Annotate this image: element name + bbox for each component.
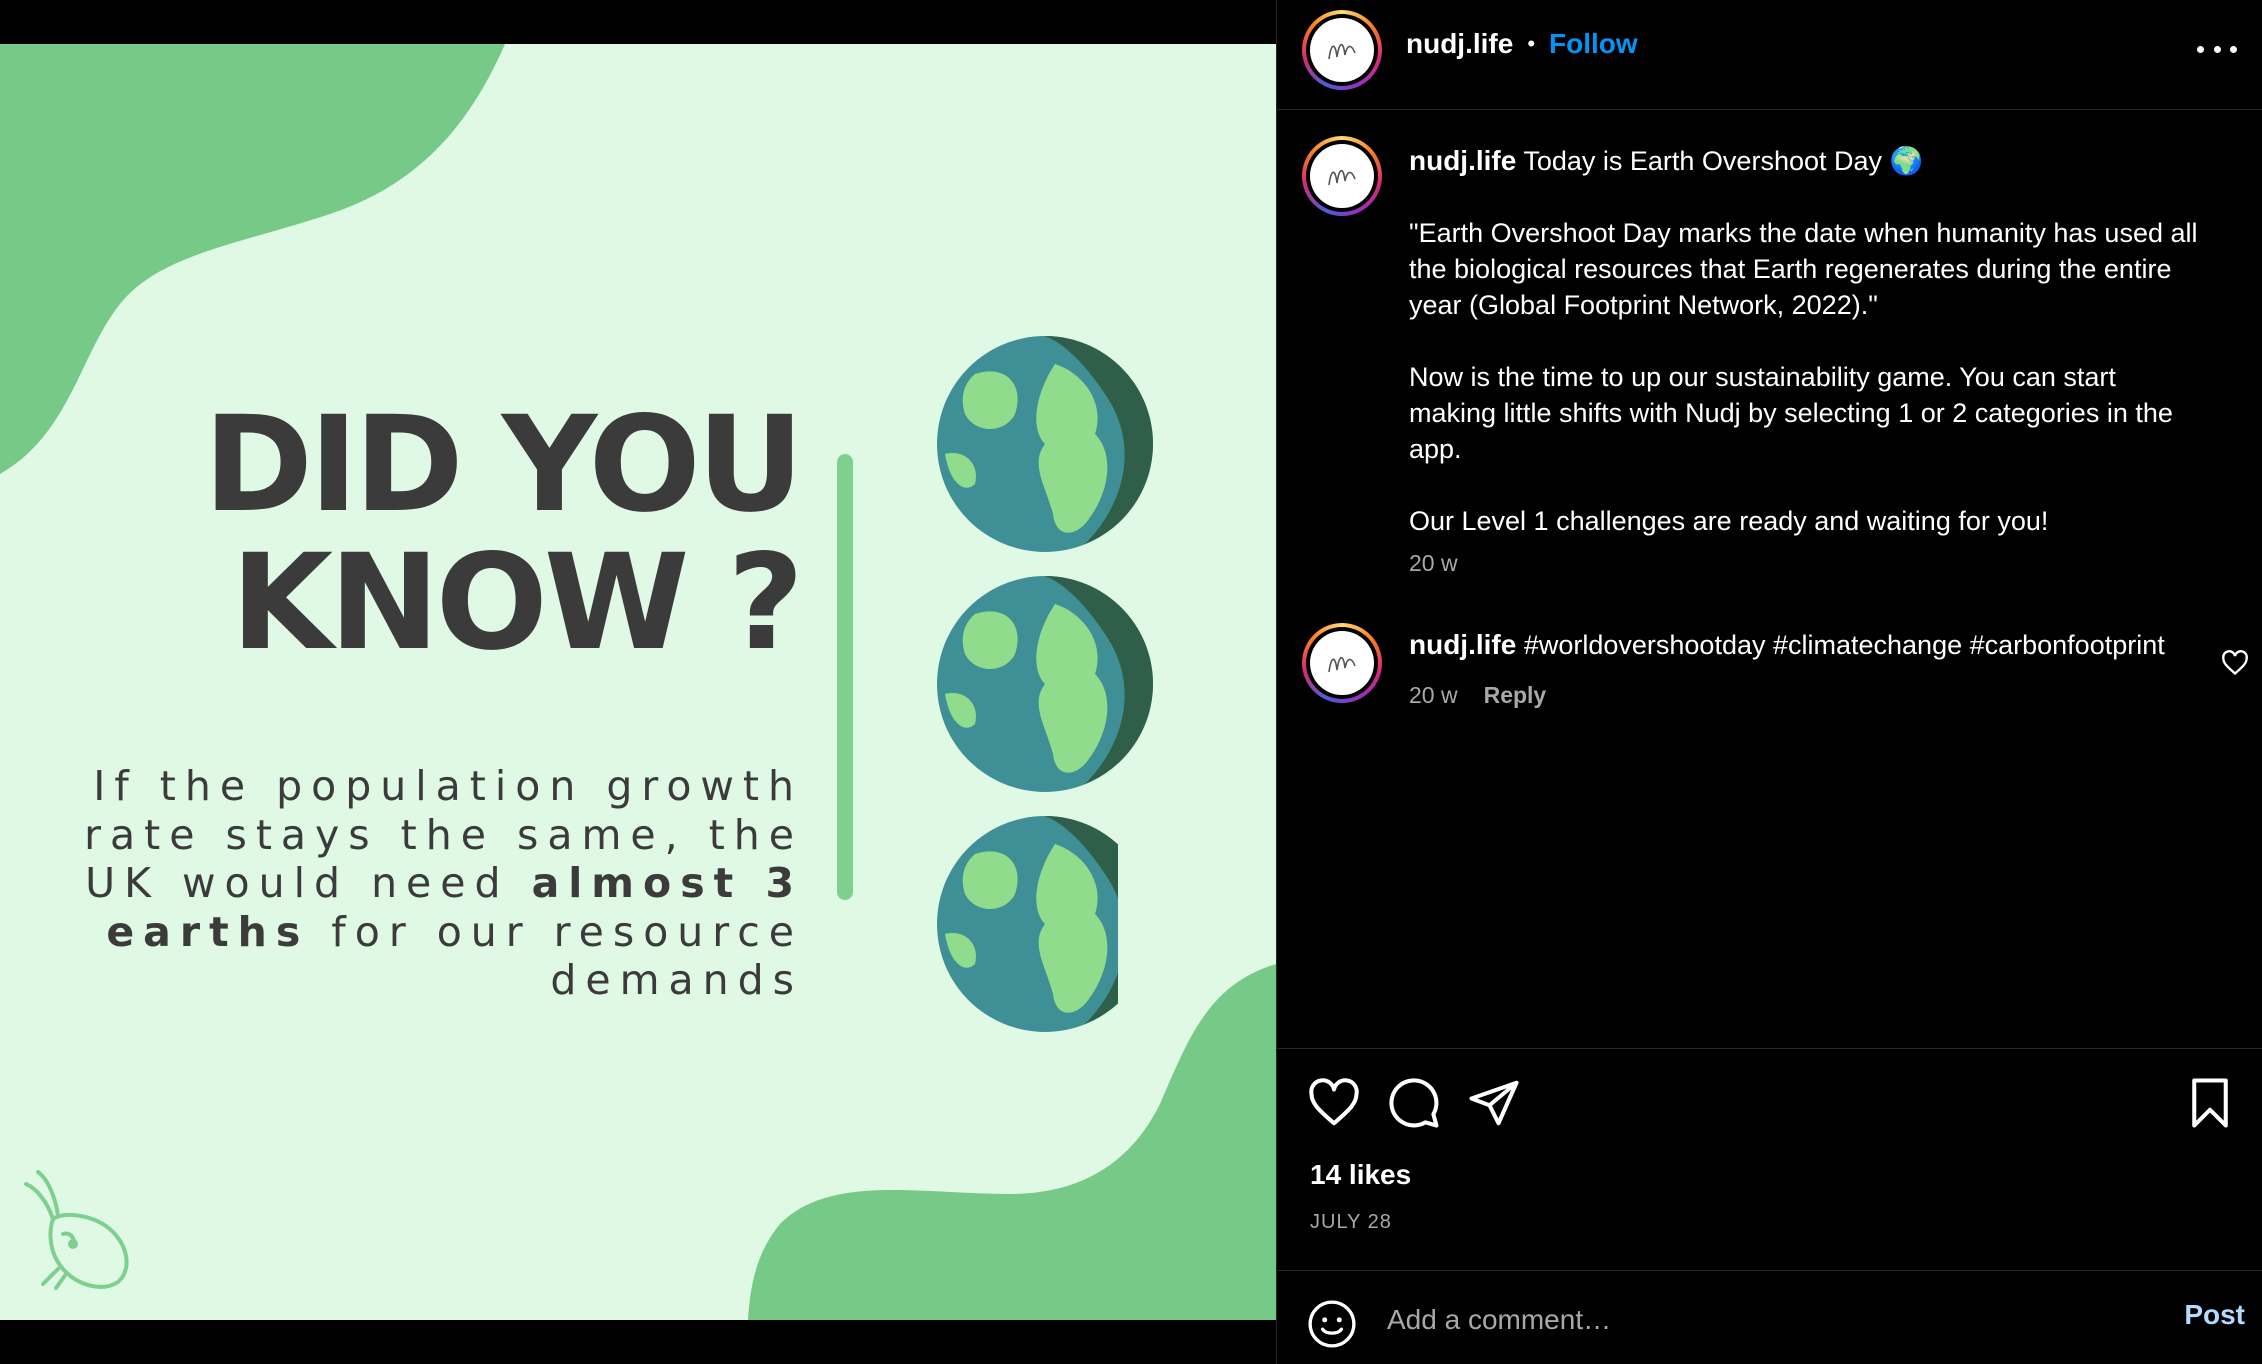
comment-meta: 20 w Reply: [1409, 677, 2169, 713]
comment-icon[interactable]: [1387, 1076, 1441, 1130]
post-comment-button[interactable]: Post: [2184, 1299, 2245, 1331]
nudj-logo-icon: [1328, 169, 1356, 186]
caption-area: nudj.life Today is Earth Overshoot Day 🌍…: [1277, 111, 2262, 1049]
nudj-logo-icon: [1328, 43, 1356, 60]
caption-paragraph-2: Now is the time to up our sustainability…: [1409, 362, 2173, 464]
caption-paragraph-1: "Earth Overshoot Day marks the date when…: [1409, 218, 2198, 320]
comment-text: #worldovershootday #climatechange #carbo…: [1523, 630, 2165, 660]
bookmark-icon[interactable]: [2183, 1076, 2237, 1130]
post-image[interactable]: DID YOU KNOW ? If the population growth …: [0, 44, 1276, 1320]
headline-line-2: KNOW ?: [230, 526, 804, 680]
reply-button[interactable]: Reply: [1484, 677, 1547, 713]
avatar[interactable]: [1302, 10, 1382, 90]
globe-icon: [937, 576, 1153, 792]
caption-first-line: Today is Earth Overshoot Day 🌍: [1523, 146, 1924, 176]
emoji-icon[interactable]: [1307, 1299, 1357, 1349]
fact-text: If the population growth rate stays the …: [83, 762, 803, 1005]
post-date[interactable]: JULY 28: [1310, 1211, 1392, 1234]
comment: nudj.life #worldovershootday #climatecha…: [1409, 627, 2169, 713]
actions-area: 14 likes JULY 28: [1277, 1048, 2262, 1270]
caption-timestamp[interactable]: 20 w: [1409, 545, 2209, 581]
comment-bar: Post: [1277, 1270, 2262, 1364]
more-options-icon[interactable]: [2197, 36, 2237, 62]
globe-icon: [937, 336, 1153, 552]
fact-text-part-2: for our resource demands: [309, 907, 803, 1005]
bird-logo-icon: [24, 1170, 129, 1290]
headline: DID YOU KNOW ?: [203, 388, 804, 680]
caption-avatar[interactable]: [1302, 136, 1382, 216]
partial-globe-icon: [937, 816, 1118, 1032]
header-username[interactable]: nudj.life: [1406, 28, 1513, 60]
nudj-logo-icon: [1328, 656, 1356, 673]
details-panel: nudj.life • Follow nudj.life Today is Ea…: [1276, 0, 2262, 1364]
caption: nudj.life Today is Earth Overshoot Day 🌍…: [1409, 143, 2209, 581]
comment-avatar[interactable]: [1302, 623, 1382, 703]
caption-username[interactable]: nudj.life: [1409, 145, 1516, 176]
follow-button[interactable]: Follow: [1549, 28, 1638, 60]
comment-timestamp[interactable]: 20 w: [1409, 677, 1458, 713]
caption-paragraph-3: Our Level 1 challenges are ready and wai…: [1409, 506, 2049, 536]
headline-line-1: DID YOU: [203, 388, 804, 542]
likes-count[interactable]: 14 likes: [1310, 1159, 1411, 1191]
share-icon[interactable]: [1467, 1076, 1521, 1130]
comment-like-icon[interactable]: [2221, 649, 2249, 677]
media-pane: DID YOU KNOW ? If the population growth …: [0, 0, 1276, 1364]
vertical-divider: [837, 454, 853, 900]
post-header: nudj.life • Follow: [1277, 0, 2262, 110]
header-text: nudj.life • Follow: [1406, 28, 1638, 60]
separator-dot: •: [1527, 31, 1536, 56]
like-heart-icon[interactable]: [1307, 1076, 1361, 1130]
comment-input[interactable]: [1387, 1295, 2067, 1345]
comment-username[interactable]: nudj.life: [1409, 629, 1516, 660]
